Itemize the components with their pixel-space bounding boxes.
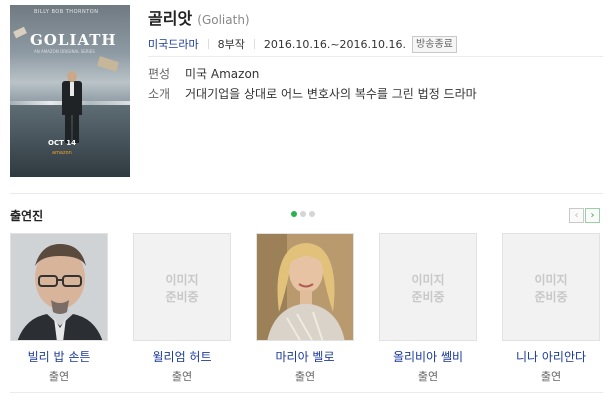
actor-photo-male [11, 234, 107, 340]
status-badge: 방송종료 [412, 35, 457, 53]
photo-placeholder: 이미지 준비중 [411, 273, 445, 304]
info-label: 소개 [148, 87, 171, 101]
poster-debris [13, 26, 27, 39]
drama-meta: 미국드라마 8부작 2016.10.16.~2016.10.16. 방송종료 [148, 34, 457, 54]
info-row-channel: 편성 미국 Amazon [148, 65, 259, 82]
cast-photo[interactable]: 이미지 준비중 [379, 233, 477, 341]
drama-poster[interactable]: BILLY BOB THORNTON GOLIATH AN AMAZON ORI… [10, 5, 130, 177]
drama-title-row: 골리앗 (Goliath) [148, 5, 250, 29]
poster-brand: amazon [52, 150, 72, 156]
cast-role: 출연 [540, 370, 562, 383]
cast-name[interactable]: 빌리 밥 손튼 [9, 348, 109, 365]
cast-photo[interactable]: 이미지 준비중 [133, 233, 231, 341]
poster-tagline: BILLY BOB THORNTON [34, 9, 99, 15]
cast-photo[interactable] [256, 233, 354, 341]
divider [10, 193, 603, 194]
poster-subtitle: AN AMAZON ORIGINAL SERIES [34, 49, 95, 54]
cast-name[interactable]: 윌리엄 허트 [132, 348, 232, 365]
actor-photo-female [257, 234, 353, 340]
divider [148, 56, 603, 57]
episode-count: 8부작 [217, 38, 245, 51]
page-dot-2[interactable] [300, 211, 306, 217]
next-button[interactable]: › [585, 208, 600, 223]
photo-placeholder: 이미지 준비중 [165, 273, 199, 304]
info-value: 거대기업을 상대로 어느 변호사의 복수를 그린 법정 드라마 [185, 87, 477, 101]
genre-link[interactable]: 미국드라마 [148, 36, 199, 52]
cast-item[interactable]: 이미지 준비중 윌리엄 허트 출연 [132, 233, 232, 384]
poster-title: GOLIATH [30, 31, 117, 49]
cast-item[interactable]: 빌리 밥 손튼 출연 [9, 233, 109, 384]
cast-item[interactable]: 이미지 준비중 올리비아 쎌비 출연 [378, 233, 478, 384]
carousel-pagination [291, 211, 315, 217]
meta-divider [253, 39, 255, 49]
cast-item[interactable]: 마리아 벨로 출연 [255, 233, 355, 384]
cast-role: 출연 [171, 370, 193, 383]
cast-photo[interactable] [10, 233, 108, 341]
cast-role: 출연 [48, 370, 70, 383]
info-row-synopsis: 소개 거대기업을 상대로 어느 변호사의 복수를 그린 법정 드라마 [148, 85, 477, 102]
chevron-right-icon: › [590, 209, 595, 221]
divider [10, 392, 603, 393]
cast-role: 출연 [294, 370, 316, 383]
cast-name[interactable]: 니나 아리안다 [501, 348, 601, 365]
page-dot-1[interactable] [291, 211, 297, 217]
cast-item[interactable]: 이미지 준비중 니나 아리안다 출연 [501, 233, 601, 384]
chevron-left-icon: ‹ [574, 209, 579, 221]
cast-name[interactable]: 마리아 벨로 [255, 348, 355, 365]
page-dot-3[interactable] [309, 211, 315, 217]
drama-title[interactable]: 골리앗 [148, 9, 192, 28]
info-value: 미국 Amazon [185, 67, 260, 81]
meta-divider [207, 39, 209, 49]
poster-date: OCT 14 [48, 139, 77, 147]
cast-section-title: 출연진 [10, 209, 44, 223]
cast-name[interactable]: 올리비아 쎌비 [378, 348, 478, 365]
prev-button[interactable]: ‹ [569, 208, 584, 223]
info-label: 편성 [148, 67, 171, 81]
photo-placeholder: 이미지 준비중 [534, 273, 568, 304]
cast-role: 출연 [417, 370, 439, 383]
cast-photo[interactable]: 이미지 준비중 [502, 233, 600, 341]
broadcast-period: 2016.10.16.~2016.10.16. [263, 37, 407, 51]
drama-original-title: (Goliath) [197, 13, 250, 27]
poster-debris [96, 56, 120, 72]
poster-figure [62, 71, 82, 143]
